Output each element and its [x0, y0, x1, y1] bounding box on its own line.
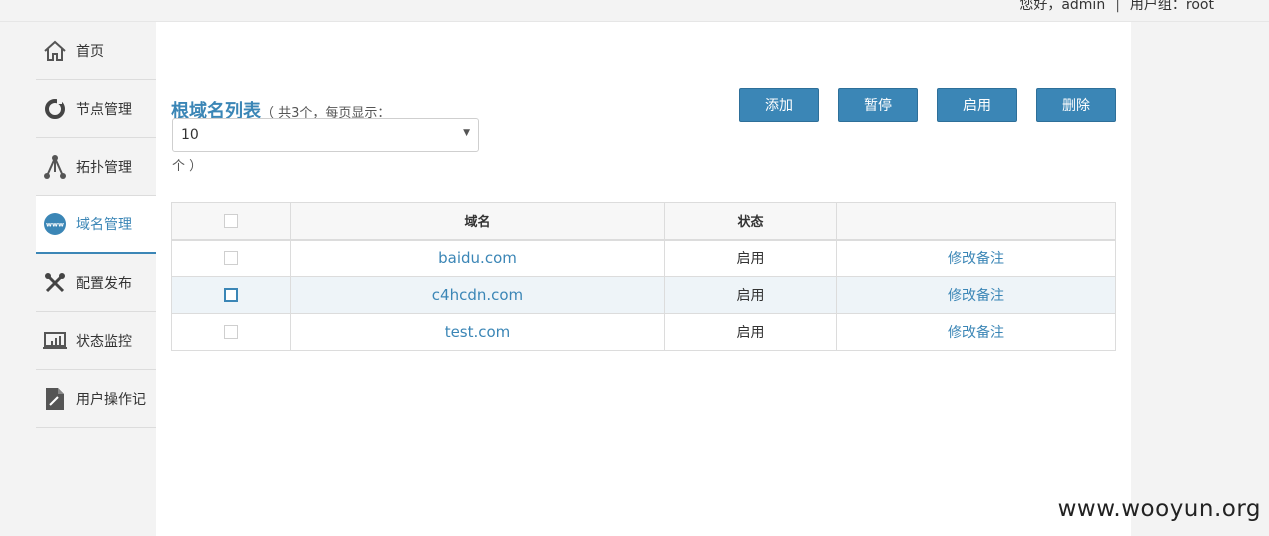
- table-row: c4hcdn.com 启用 修改备注: [171, 276, 1116, 314]
- action-cell: 修改备注: [836, 239, 1116, 277]
- column-header-domain: 域名: [290, 202, 665, 241]
- edit-note-link[interactable]: 修改备注: [948, 251, 1004, 267]
- row-select-cell: [171, 239, 291, 277]
- table-row: baidu.com 启用 修改备注: [171, 239, 1116, 277]
- domain-link[interactable]: test.com: [445, 323, 511, 341]
- sidebar-item-label: 首页: [76, 43, 104, 60]
- sidebar-item-config[interactable]: 配置发布: [36, 254, 156, 312]
- pause-button[interactable]: 暂停: [838, 88, 918, 122]
- main-content: 根域名列表（ 共3个，每页显示： 10 ▼ 个 ） 添加 暂停 启用 删除 域名…: [156, 22, 1131, 536]
- domain-link[interactable]: baidu.com: [438, 249, 517, 267]
- sidebar: 首页 节点管理 拓扑管理 www 域名管理 配置发布 状态监控 用户操作记: [36, 22, 156, 428]
- topology-icon: [42, 154, 68, 180]
- column-header-action: [836, 202, 1116, 241]
- edit-note-link[interactable]: 修改备注: [948, 288, 1004, 304]
- sidebar-item-user-log[interactable]: 用户操作记: [36, 370, 156, 428]
- sidebar-item-label: 状态监控: [76, 333, 132, 350]
- title-note-end: 个 ）: [172, 159, 203, 174]
- action-cell: 修改备注: [836, 276, 1116, 314]
- ring-icon: [42, 96, 68, 122]
- sidebar-item-label: 拓扑管理: [76, 159, 132, 176]
- home-icon: [42, 38, 68, 64]
- status-cell: 启用: [664, 313, 837, 351]
- chevron-down-icon: ▼: [463, 128, 470, 138]
- sidebar-item-home[interactable]: 首页: [36, 22, 156, 80]
- status-cell: 启用: [664, 239, 837, 277]
- table-row: test.com 启用 修改备注: [171, 313, 1116, 351]
- enable-button[interactable]: 启用: [937, 88, 1017, 122]
- domain-table: 域名 状态 baidu.com 启用 修改备注 c4hcdn.com 启用 修改…: [171, 202, 1116, 351]
- delete-button[interactable]: 删除: [1036, 88, 1116, 122]
- sidebar-item-label: 用户操作记: [76, 391, 146, 408]
- add-button[interactable]: 添加: [739, 88, 819, 122]
- edit-note-link[interactable]: 修改备注: [948, 325, 1004, 341]
- sidebar-item-domains[interactable]: www 域名管理: [36, 196, 156, 254]
- monitor-icon: [42, 328, 68, 354]
- select-all-cell: [171, 202, 291, 241]
- domain-link[interactable]: c4hcdn.com: [432, 286, 523, 304]
- select-all-checkbox[interactable]: [224, 213, 238, 228]
- row-checkbox[interactable]: [224, 251, 238, 266]
- page-size-value: 10: [181, 127, 199, 143]
- usergroup-text: 用户组：root: [1129, 0, 1214, 13]
- sidebar-item-label: 节点管理: [76, 101, 132, 118]
- sidebar-item-nodes[interactable]: 节点管理: [36, 80, 156, 138]
- domain-cell: c4hcdn.com: [290, 276, 665, 314]
- svg-text:www: www: [46, 221, 64, 229]
- row-select-cell: [171, 276, 291, 314]
- sidebar-item-label: 域名管理: [76, 217, 132, 233]
- row-select-cell: [171, 313, 291, 351]
- page-size-select[interactable]: 10 ▼: [172, 118, 479, 152]
- status-cell: 启用: [664, 276, 837, 314]
- column-header-status: 状态: [664, 202, 837, 241]
- sidebar-item-monitor[interactable]: 状态监控: [36, 312, 156, 370]
- greeting-text: 您好，admin: [1019, 0, 1106, 13]
- row-checkbox[interactable]: [224, 325, 238, 339]
- tools-icon: [42, 270, 68, 296]
- domain-cell: test.com: [290, 313, 665, 351]
- user-info: 您好，admin | 用户组：root: [1019, 0, 1214, 14]
- action-cell: 修改备注: [836, 313, 1116, 351]
- header-separator: |: [1115, 0, 1120, 13]
- domain-cell: baidu.com: [290, 239, 665, 277]
- row-checkbox[interactable]: [224, 288, 238, 302]
- watermark: www.wooyun.org: [1057, 496, 1261, 522]
- top-bar: 您好，admin | 用户组：root: [0, 0, 1269, 22]
- www-icon: www: [42, 211, 68, 237]
- document-edit-icon: [42, 386, 68, 412]
- sidebar-item-topology[interactable]: 拓扑管理: [36, 138, 156, 196]
- table-header-row: 域名 状态: [171, 202, 1116, 241]
- sidebar-item-label: 配置发布: [76, 275, 132, 292]
